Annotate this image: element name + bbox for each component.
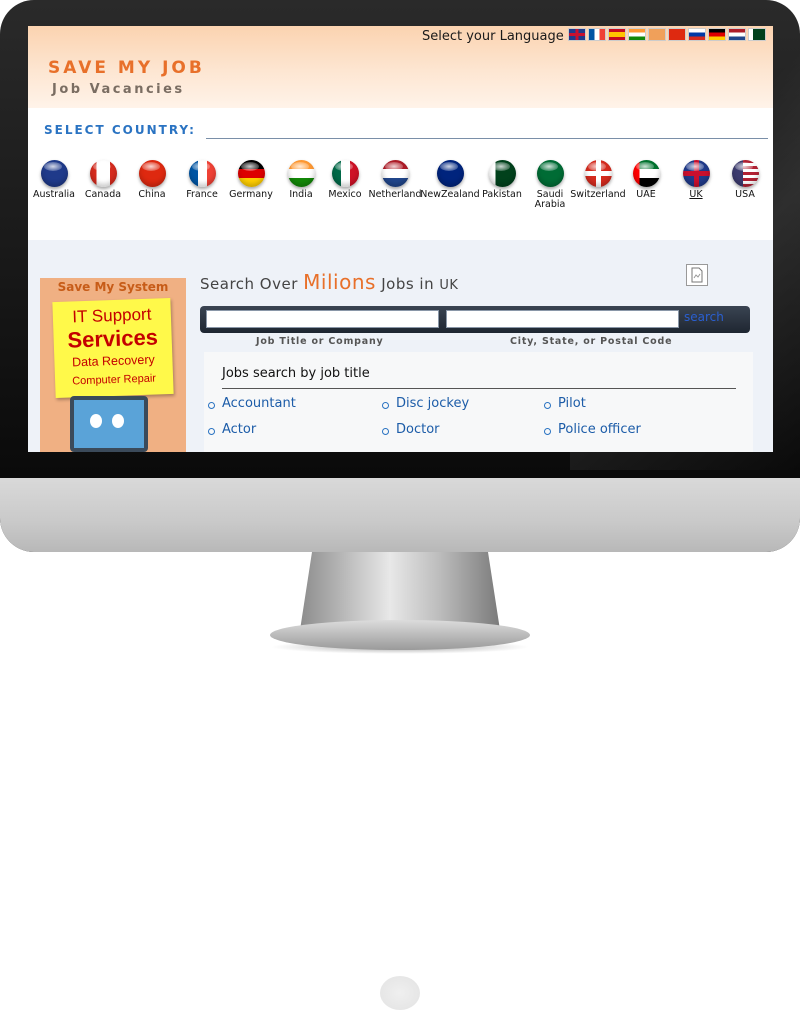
- china-flag-icon[interactable]: [668, 28, 686, 41]
- search-heading: Search Over Milions Jobs in UK: [200, 270, 458, 294]
- language-label: Select your Language: [422, 29, 564, 44]
- advert-line: Computer Repair: [72, 372, 157, 388]
- select-country-label: SELECT COUNTRY:: [44, 123, 196, 137]
- advert-title: Save My System: [57, 280, 169, 294]
- site-subtitle: Job Vacancies: [52, 82, 185, 97]
- switzerland-flag-icon: [584, 160, 612, 187]
- advert-line: Data Recovery: [71, 352, 156, 370]
- country-name: USA: [735, 189, 755, 200]
- bullet-icon: [382, 402, 389, 409]
- usa-flag-icon: [731, 160, 759, 187]
- bullet-icon: [544, 402, 551, 409]
- mascot-eye: [112, 414, 124, 428]
- search-button[interactable]: search: [684, 310, 724, 324]
- bullet-icon: [208, 402, 215, 409]
- heading-country: UK: [439, 278, 459, 293]
- mexico-flag-icon: [331, 160, 359, 187]
- country-selector: SELECT COUNTRY: Australia Canada China F…: [28, 108, 773, 240]
- netherlands-flag-icon[interactable]: [728, 28, 746, 41]
- divider: [222, 388, 736, 389]
- country-name: Netherland: [368, 189, 422, 200]
- germany-flag-icon[interactable]: [708, 28, 726, 41]
- browser-screen: SAVE MY JOB Job Vacancies Select your La…: [28, 26, 773, 452]
- location-input[interactable]: [446, 310, 679, 328]
- site-header: SAVE MY JOB Job Vacancies Select your La…: [28, 26, 773, 108]
- spain-flag-icon[interactable]: [608, 28, 626, 41]
- document-icon[interactable]: [686, 264, 708, 286]
- mascot-eye: [90, 414, 102, 428]
- germany-flag-icon: [237, 160, 265, 187]
- country-newzealand[interactable]: NewZealand: [420, 160, 480, 200]
- job-link[interactable]: Doctor: [396, 422, 440, 437]
- monitor-logo: [380, 976, 420, 1010]
- search-bar: search: [200, 306, 750, 333]
- china-flag-icon: [138, 160, 166, 187]
- monitor-stand-neck: [300, 552, 500, 630]
- job-link[interactable]: Accountant: [222, 396, 296, 411]
- advert-line: Services: [66, 324, 159, 353]
- newzealand-flag-icon: [436, 160, 464, 187]
- advert-sticky-note: IT Support Services Data Recovery Comput…: [52, 297, 174, 399]
- heading-mid: Jobs in: [381, 275, 435, 293]
- bullet-icon: [544, 428, 551, 435]
- heading-highlight: Milions: [303, 270, 376, 294]
- monitor-chin: [0, 478, 800, 1010]
- job-title-input[interactable]: [206, 310, 439, 328]
- country-name: Saudi Arabia: [534, 189, 566, 210]
- uk-flag-icon: [682, 160, 710, 187]
- france-flag-icon: [188, 160, 216, 187]
- heading-prefix: Search Over: [200, 275, 298, 293]
- canada-flag-icon: [89, 160, 117, 187]
- india-flag-icon[interactable]: [628, 28, 646, 41]
- job-link[interactable]: Police officer: [558, 422, 641, 437]
- uk-flag-icon[interactable]: [568, 28, 586, 41]
- advert-banner[interactable]: Save My System IT Support Services Data …: [40, 278, 186, 452]
- pakistan-flag-icon[interactable]: [748, 28, 766, 41]
- country-netherland[interactable]: Netherland: [365, 160, 425, 200]
- job-title-caption: Job Title or Company: [256, 336, 384, 347]
- job-link[interactable]: Actor: [222, 422, 256, 437]
- australia-flag-icon: [40, 160, 68, 187]
- bullet-icon: [382, 428, 389, 435]
- saudi-arabia-flag-icon: [536, 160, 564, 187]
- bullet-icon: [208, 428, 215, 435]
- india-flag-icon: [287, 160, 315, 187]
- country-name: NewZealand: [420, 189, 480, 200]
- divider: [206, 138, 768, 139]
- france-flag-icon[interactable]: [588, 28, 606, 41]
- site-title[interactable]: SAVE MY JOB: [48, 58, 205, 78]
- uae-flag-icon: [632, 160, 660, 187]
- location-caption: City, State, or Postal Code: [510, 336, 673, 347]
- china-flag-icon[interactable]: [648, 28, 666, 41]
- jobs-by-title-panel: Jobs search by job title Accountant Acto…: [204, 352, 753, 452]
- main-content: Save My System IT Support Services Data …: [28, 240, 773, 452]
- jobs-heading: Jobs search by job title: [222, 366, 370, 381]
- pakistan-flag-icon: [488, 160, 516, 187]
- country-usa[interactable]: USA: [715, 160, 773, 200]
- computer-mascot-icon: [70, 396, 148, 452]
- monitor-stand-base: [270, 620, 530, 650]
- russia-flag-icon[interactable]: [688, 28, 706, 41]
- job-link[interactable]: Pilot: [558, 396, 586, 411]
- country-list: Australia Canada China France Germany In…: [28, 160, 773, 230]
- language-flags: [568, 28, 766, 41]
- job-link[interactable]: Disc jockey: [396, 396, 469, 411]
- netherlands-flag-icon: [381, 160, 409, 187]
